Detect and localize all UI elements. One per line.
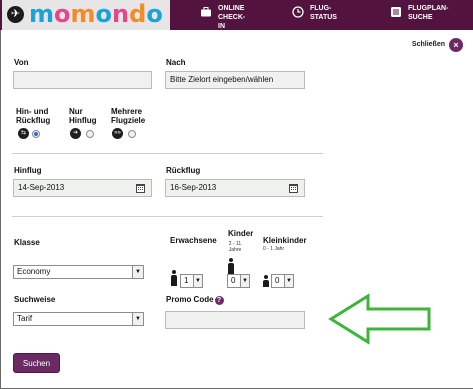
infants-select[interactable]: 0 ▼ [271, 274, 294, 288]
list-icon [390, 6, 402, 18]
roundtrip-icon: ⇆ [18, 128, 29, 139]
logo-letter: m [70, 0, 96, 28]
logo-letter: o [54, 0, 71, 28]
from-input[interactable] [13, 71, 152, 89]
briefcase-icon [200, 6, 212, 18]
close-icon[interactable]: × [449, 38, 463, 52]
oneway-icon: ➔ [70, 128, 81, 139]
infants-value: 0 [275, 276, 280, 285]
trip-type-label: Mehrere Flugziele [111, 107, 146, 125]
adults-label: Erwachsene [170, 236, 217, 245]
departure-date-value: 14-Sep-2013 [18, 183, 65, 192]
return-date-value: 16-Sep-2013 [170, 183, 217, 192]
adult-icon [170, 270, 178, 286]
fare-label: Suchweise [14, 295, 56, 304]
to-input-placeholder: Bitte Zielort eingeben/wählen [170, 75, 274, 84]
divider [12, 216, 323, 217]
logo-letter: o [95, 0, 113, 28]
multicity-icon: »» [112, 128, 123, 139]
trip-type-label: Nur Hinflug [69, 107, 97, 125]
calendar-icon[interactable] [136, 184, 145, 193]
help-icon[interactable]: ? [214, 296, 224, 305]
multicity-radio[interactable] [128, 130, 136, 138]
class-label: Klasse [14, 238, 40, 247]
logo-letter: o [146, 0, 163, 28]
logo-letter: n [112, 0, 130, 28]
header-bar: ✈ momondo ONLINE CHECK-IN FLUG- STATUS F… [0, 0, 473, 30]
to-label: Nach [166, 58, 186, 67]
chevron-down-icon: ▼ [284, 275, 293, 287]
promo-code-input[interactable] [165, 311, 305, 329]
divider [12, 153, 323, 154]
logo-letter: m [29, 0, 55, 28]
from-label: Von [14, 58, 29, 67]
children-value: 0 [231, 276, 236, 285]
plane-icon: ✈ [7, 6, 24, 23]
return-date-input[interactable]: 16-Sep-2013 [165, 179, 305, 197]
infant-icon [262, 275, 270, 287]
to-input[interactable]: Bitte Zielort eingeben/wählen [165, 71, 305, 89]
nav-label: FLUGPLAN- SUCHE [408, 5, 449, 21]
chevron-down-icon: ▼ [240, 275, 249, 287]
adults-value: 1 [184, 276, 189, 285]
roundtrip-radio[interactable] [32, 130, 40, 138]
momondo-logo[interactable]: momondo [29, 0, 163, 28]
calendar-icon[interactable] [289, 184, 298, 193]
infants-label: Kleinkinder [263, 236, 307, 245]
infants-age-range: 0 - 1 Jahr [263, 246, 285, 252]
left-arrow-annotation-icon [328, 293, 431, 345]
logo-area: ✈ momondo [2, 0, 170, 30]
nav-label: FLUG- STATUS [310, 5, 337, 21]
chevron-down-icon: ▼ [193, 275, 202, 287]
chevron-down-icon: ▼ [132, 266, 143, 278]
return-label: Rückflug [166, 166, 201, 175]
child-icon [227, 258, 235, 274]
promo-label-text: Promo Code [166, 295, 214, 304]
nav-label: ONLINE CHECK-IN [218, 5, 246, 30]
children-select[interactable]: 0 ▼ [227, 274, 250, 288]
close-label[interactable]: Schließen [412, 41, 445, 48]
logo-letter: d [129, 0, 147, 28]
fare-select[interactable]: Tarif ▼ [13, 312, 144, 326]
search-button[interactable]: Suchen [13, 353, 60, 373]
departure-date-input[interactable]: 14-Sep-2013 [13, 179, 152, 197]
oneway-radio[interactable] [86, 130, 94, 138]
class-value: Economy [17, 267, 51, 276]
promo-label: Promo Code? [166, 295, 224, 305]
trip-type-label: Hin- und Rückflug [16, 107, 51, 125]
children-age-range: 2 - 11 Jahre [228, 241, 242, 253]
clock-icon [292, 6, 304, 18]
children-label: Kinder [228, 229, 254, 238]
fare-value: Tarif [17, 314, 33, 323]
departure-label: Hinflug [14, 166, 42, 175]
class-select[interactable]: Economy ▼ [13, 265, 144, 279]
adults-select[interactable]: 1 ▼ [180, 274, 203, 288]
chevron-down-icon: ▼ [132, 313, 143, 325]
